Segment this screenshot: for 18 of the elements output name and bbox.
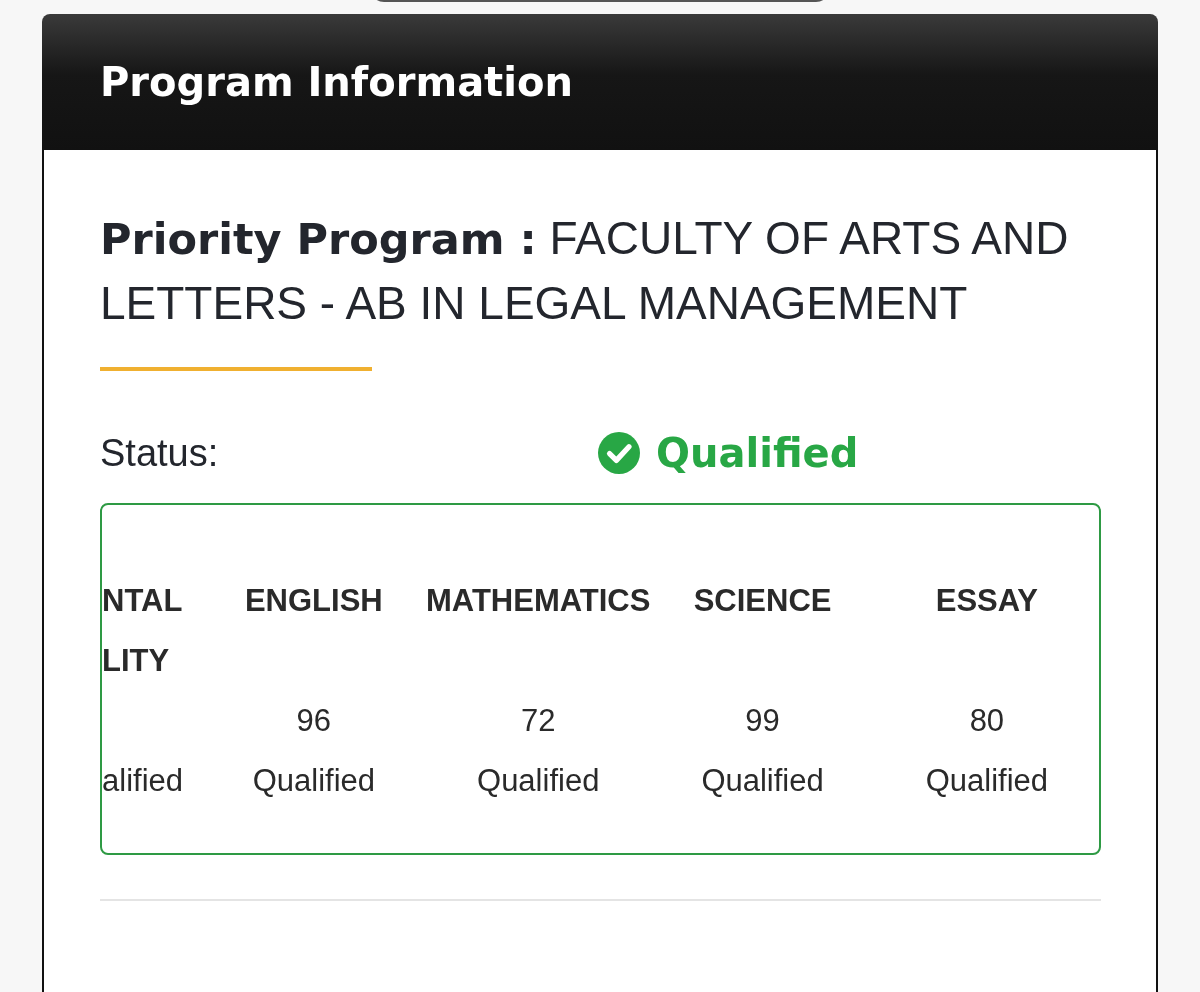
status-value: Qualified	[656, 430, 859, 476]
result-cell-text: alified	[102, 762, 183, 800]
result-cell-text: Qualified	[477, 762, 600, 800]
subject-header: ESSAY	[935, 582, 1038, 620]
result-cell-text: Qualified	[252, 762, 375, 800]
score-cell-text: 72	[520, 702, 556, 740]
priority-program-heading: Priority Program : FACULTY OF ARTS AND LETTERS - AB IN LEGAL MANAGEMENT	[100, 211, 1070, 331]
subject-header: MATHEMATICS	[426, 582, 651, 620]
score-cell-text: 96	[296, 702, 332, 740]
card-title: Program Information	[100, 59, 573, 105]
subject-header: SCIENCE	[693, 582, 832, 620]
subject-header: ENGLISH	[244, 582, 383, 620]
score-cell-text: 99	[745, 702, 780, 740]
result-cell-text: Qualified	[701, 762, 824, 800]
score-cell-text: 80	[969, 702, 1005, 740]
result-cell-text: Qualified	[925, 762, 1049, 800]
subject-header: NTAL LITY	[102, 582, 183, 680]
status-label: Status:	[100, 431, 220, 475]
